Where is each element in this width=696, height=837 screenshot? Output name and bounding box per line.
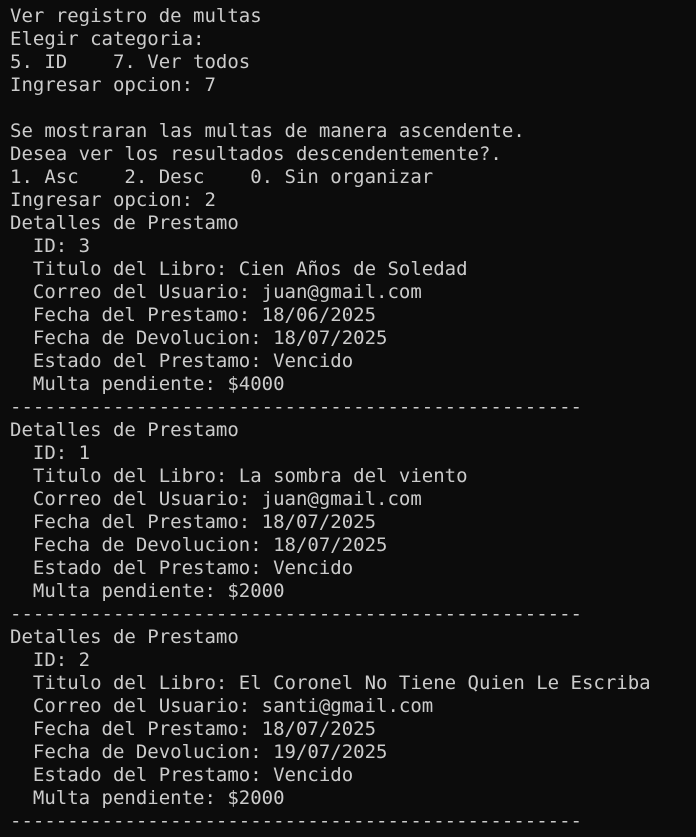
record-user-email: Correo del Usuario: juan@gmail.com — [10, 488, 422, 510]
record-book-title: Titulo del Libro: La sombra del viento — [10, 465, 468, 487]
record-header: Detalles de Prestamo — [10, 212, 239, 234]
record-pending-fine: Multa pendiente: $2000 — [10, 580, 285, 602]
record-user-email: Correo del Usuario: juan@gmail.com — [10, 281, 422, 303]
record-return-date: Fecha de Devolucion: 18/07/2025 — [10, 534, 388, 556]
sort-question-line: Desea ver los resultados descendentement… — [10, 143, 502, 165]
category-prompt-line: Elegir categoria: — [10, 28, 205, 50]
option-input-line: Ingresar opcion: 7 — [10, 74, 216, 96]
record-loan-status: Estado del Prestamo: Vencido — [10, 764, 354, 786]
menu-title-line: Ver registro de multas — [10, 5, 262, 27]
record-book-title: Titulo del Libro: El Coronel No Tiene Qu… — [10, 672, 651, 694]
record-user-email: Correo del Usuario: santi@gmail.com — [10, 695, 434, 717]
info-message-line: Se mostraran las multas de manera ascend… — [10, 120, 525, 142]
record-loan-status: Estado del Prestamo: Vencido — [10, 350, 354, 372]
record-header: Detalles de Prestamo — [10, 626, 239, 648]
record-loan-date: Fecha del Prestamo: 18/07/2025 — [10, 511, 377, 533]
sort-options-line: 1. Asc 2. Desc 0. Sin organizar — [10, 166, 434, 188]
record-loan-date: Fecha del Prestamo: 18/06/2025 — [10, 304, 377, 326]
category-options-line: 5. ID 7. Ver todos — [10, 51, 251, 73]
record-loan-status: Estado del Prestamo: Vencido — [10, 557, 354, 579]
record-loan-date: Fecha del Prestamo: 18/07/2025 — [10, 718, 377, 740]
record-pending-fine: Multa pendiente: $2000 — [10, 787, 285, 809]
separator-line: ----------------------------------------… — [10, 603, 582, 625]
record-book-title: Titulo del Libro: Cien Años de Soledad — [10, 258, 468, 280]
record-id: ID: 1 — [10, 442, 91, 464]
separator-line: ----------------------------------------… — [10, 810, 582, 832]
record-id: ID: 2 — [10, 649, 91, 671]
terminal-output: Ver registro de multas Elegir categoria:… — [0, 0, 696, 837]
sort-input-line: Ingresar opcion: 2 — [10, 189, 216, 211]
record-header: Detalles de Prestamo — [10, 419, 239, 441]
record-pending-fine: Multa pendiente: $4000 — [10, 373, 285, 395]
record-id: ID: 3 — [10, 235, 91, 257]
record-return-date: Fecha de Devolucion: 19/07/2025 — [10, 741, 388, 763]
separator-line: ----------------------------------------… — [10, 396, 582, 418]
record-return-date: Fecha de Devolucion: 18/07/2025 — [10, 327, 388, 349]
